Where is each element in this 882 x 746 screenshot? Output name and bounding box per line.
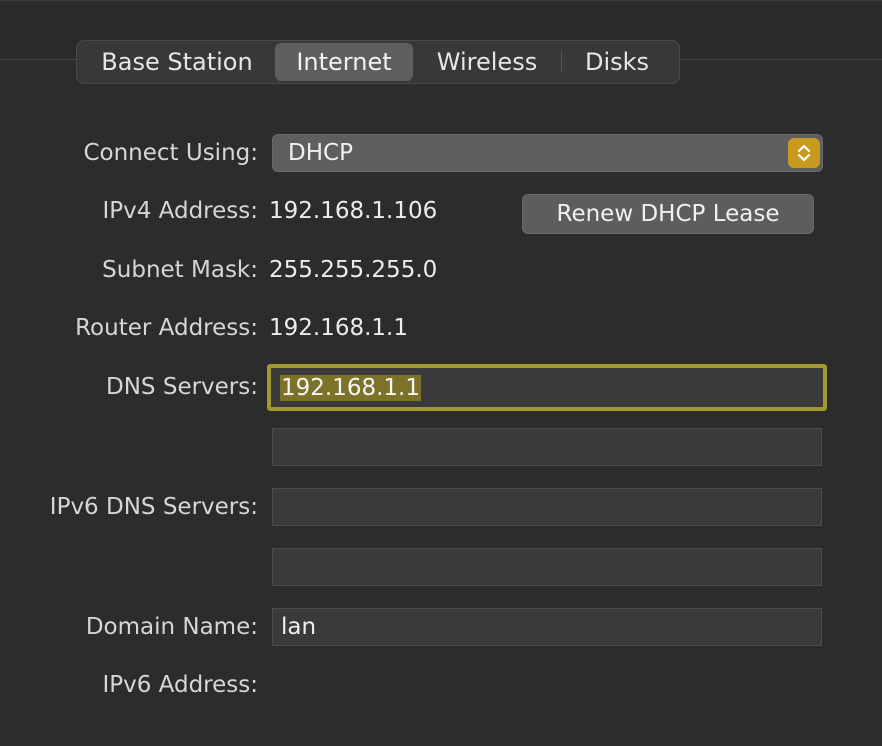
- dns-servers-label: DNS Servers:: [106, 374, 258, 400]
- connect-using-value: DHCP: [288, 140, 353, 166]
- subnet-mask-value: 255.255.255.0: [269, 257, 438, 283]
- tab-base-station[interactable]: Base Station: [79, 43, 275, 81]
- dns-server-2-input[interactable]: [272, 428, 822, 466]
- dns-server-1-selected-text: 192.168.1.1: [280, 374, 421, 401]
- renew-dhcp-lease-button[interactable]: Renew DHCP Lease: [522, 194, 814, 234]
- connect-using-label: Connect Using:: [83, 140, 258, 166]
- ipv6-address-label: IPv6 Address:: [102, 672, 258, 698]
- connect-using-select[interactable]: DHCP: [272, 134, 823, 172]
- tab-wireless[interactable]: Wireless: [413, 43, 561, 81]
- segmented-tab-control: Base Station Internet Wireless Disks: [76, 40, 680, 84]
- subnet-mask-label: Subnet Mask:: [102, 257, 258, 283]
- chevron-up-down-icon: [788, 138, 820, 168]
- domain-name-label: Domain Name:: [85, 614, 258, 640]
- ipv6-dns-server-1-input[interactable]: [272, 488, 822, 526]
- ipv4-address-value: 192.168.1.106: [269, 198, 438, 224]
- ipv6-dns-server-2-input[interactable]: [272, 548, 822, 586]
- tab-internet[interactable]: Internet: [275, 43, 413, 81]
- ipv6-dns-servers-label: IPv6 DNS Servers:: [49, 494, 258, 520]
- domain-name-input[interactable]: lan: [272, 608, 822, 646]
- tab-disks[interactable]: Disks: [562, 43, 672, 81]
- ipv4-address-label: IPv4 Address:: [102, 198, 258, 224]
- dns-server-1-input[interactable]: 192.168.1.1: [267, 364, 827, 411]
- router-address-label: Router Address:: [75, 315, 258, 341]
- router-address-value: 192.168.1.1: [269, 315, 408, 341]
